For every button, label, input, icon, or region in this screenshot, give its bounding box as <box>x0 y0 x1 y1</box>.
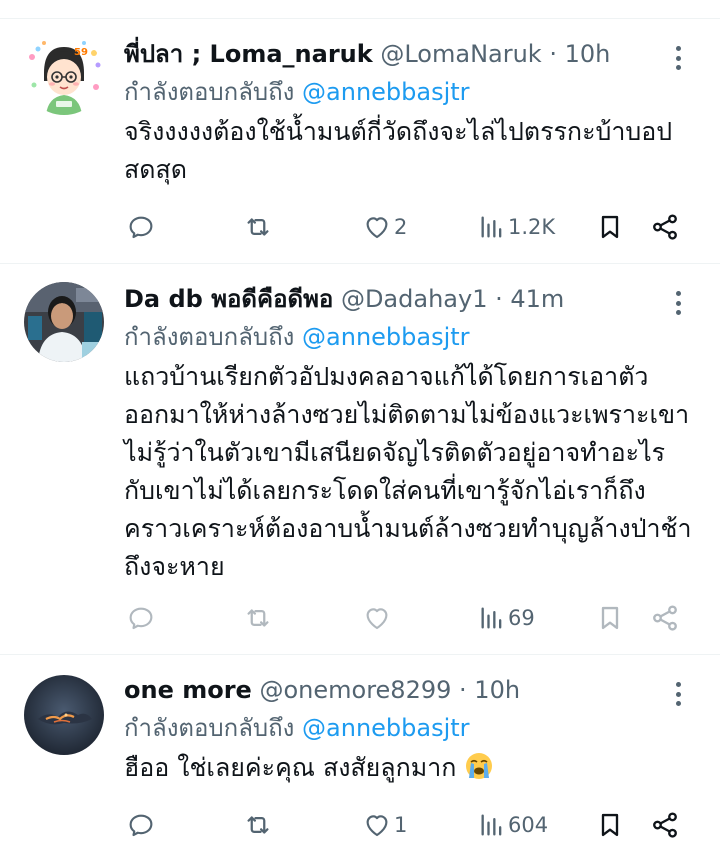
reply-to-handle[interactable]: @annebbasjtr <box>302 323 470 351</box>
reply-to-handle[interactable]: @annebbasjtr <box>302 714 470 742</box>
views-button[interactable]: 604 <box>478 805 548 845</box>
like-button[interactable]: 2 <box>362 207 407 247</box>
view-count: 69 <box>508 606 535 630</box>
avatar-dadahay[interactable] <box>24 282 104 362</box>
views-chart-icon <box>481 216 502 238</box>
user-handle[interactable]: @LomaNaruk <box>380 40 541 68</box>
tweet-header: Da db พอดีคือดีพอ @Dadahay1 · 41m <box>124 282 692 316</box>
share-button[interactable] <box>650 207 680 247</box>
bookmark-button[interactable] <box>596 598 624 638</box>
reply-icon <box>129 607 153 630</box>
views-chart-icon <box>481 607 502 629</box>
bookmark-button[interactable] <box>596 207 624 247</box>
retweet-icon <box>247 609 269 627</box>
retweet-button[interactable] <box>242 805 274 845</box>
tweet-3[interactable]: one more @onemore8299 · 10h กำลังตอบกลับ… <box>0 655 720 864</box>
reply-icon <box>129 216 153 239</box>
share-icon <box>653 812 677 838</box>
timestamp[interactable]: 10h <box>474 676 520 704</box>
reply-prefix: กำลังตอบกลับถึง <box>124 78 295 106</box>
heart-icon <box>366 608 388 630</box>
tweet-header: one more @onemore8299 · 10h <box>124 673 692 707</box>
share-button[interactable] <box>650 598 680 638</box>
timestamp[interactable]: 41m <box>510 285 564 313</box>
reply-icon <box>129 814 153 837</box>
tweet-header: พี่ปลา ; Loma_naruk @LomaNaruk · 10h <box>124 37 692 71</box>
views-button[interactable]: 69 <box>478 598 535 638</box>
view-count: 1.2K <box>508 215 556 239</box>
action-bar: 1 604 <box>124 805 684 845</box>
like-count: 1 <box>394 813 408 837</box>
tweet-text-container: ฮืออ ใช่เลยค่ะคุณ สงสัยลูกมาก <box>124 749 692 787</box>
action-bar: 69 <box>124 598 684 638</box>
heart-icon <box>366 815 388 837</box>
reply-prefix: กำลังตอบกลับถึง <box>124 323 295 351</box>
reply-button[interactable] <box>126 805 156 845</box>
separator-dot: · <box>549 40 557 68</box>
share-icon <box>653 214 677 240</box>
loudly-crying-face-icon <box>466 753 493 779</box>
like-count: 2 <box>394 215 408 239</box>
display-name[interactable]: one more <box>124 676 252 704</box>
like-button[interactable] <box>362 598 392 638</box>
reply-button[interactable] <box>126 207 156 247</box>
reply-context: กำลังตอบกลับถึง @annebbasjtr <box>124 711 692 745</box>
retweet-button[interactable] <box>242 598 274 638</box>
reply-context: กำลังตอบกลับถึง @annebbasjtr <box>124 75 692 109</box>
sunset-sky-avatar-icon <box>24 675 104 755</box>
reply-context: กำลังตอบกลับถึง @annebbasjtr <box>124 320 692 354</box>
photo-avatar-icon <box>24 282 104 362</box>
svg-text:59: 59 <box>74 47 88 58</box>
avatar-onemore[interactable] <box>24 675 104 755</box>
display-name[interactable]: Da db พอดีคือดีพอ <box>124 285 333 313</box>
action-bar: 2 1.2K <box>124 207 684 247</box>
retweet-icon <box>247 218 269 236</box>
timestamp[interactable]: 10h <box>565 40 611 68</box>
views-chart-icon <box>481 814 502 836</box>
bookmark-icon <box>601 813 619 837</box>
views-button[interactable]: 1.2K <box>478 207 555 247</box>
retweet-icon <box>247 816 269 834</box>
bookmark-icon <box>601 215 619 239</box>
reply-button[interactable] <box>126 598 156 638</box>
tweet-text: แถวบ้านเรียกตัวอัปมงคลอาจแก้ได้โดยการเอา… <box>124 362 692 581</box>
retweet-button[interactable] <box>242 207 274 247</box>
separator-dot: · <box>495 285 503 313</box>
share-icon <box>653 605 677 631</box>
display-name[interactable]: พี่ปลา ; Loma_naruk <box>124 40 373 68</box>
tweet-text: จริงงงงงต้องใช้น้ำมนต์กี่วัดถึงจะไล่ไปตร… <box>124 117 673 184</box>
view-count: 604 <box>508 813 549 837</box>
reply-to-handle[interactable]: @annebbasjtr <box>302 78 470 106</box>
share-button[interactable] <box>650 805 680 845</box>
tweet-1[interactable]: 59 พี่ปลา ; Loma_naruk @LomaNaruk · 10h … <box>0 19 720 264</box>
bookmark-button[interactable] <box>596 805 624 845</box>
user-handle[interactable]: @onemore8299 <box>259 676 451 704</box>
user-handle[interactable]: @Dadahay1 <box>341 285 488 313</box>
tweet-text: ฮืออ ใช่เลยค่ะคุณ สงสัยลูกมาก <box>124 753 457 782</box>
reply-prefix: กำลังตอบกลับถึง <box>124 714 295 742</box>
separator-dot: · <box>459 676 467 704</box>
like-button[interactable]: 1 <box>362 805 407 845</box>
heart-icon <box>366 217 388 239</box>
cartoon-avatar-icon: 59 <box>29 41 101 115</box>
avatar-loma-naruk[interactable]: 59 <box>24 35 104 115</box>
bookmark-icon <box>601 606 619 630</box>
tweet-2[interactable]: Da db พอดีคือดีพอ @Dadahay1 · 41m กำลังต… <box>0 264 720 655</box>
